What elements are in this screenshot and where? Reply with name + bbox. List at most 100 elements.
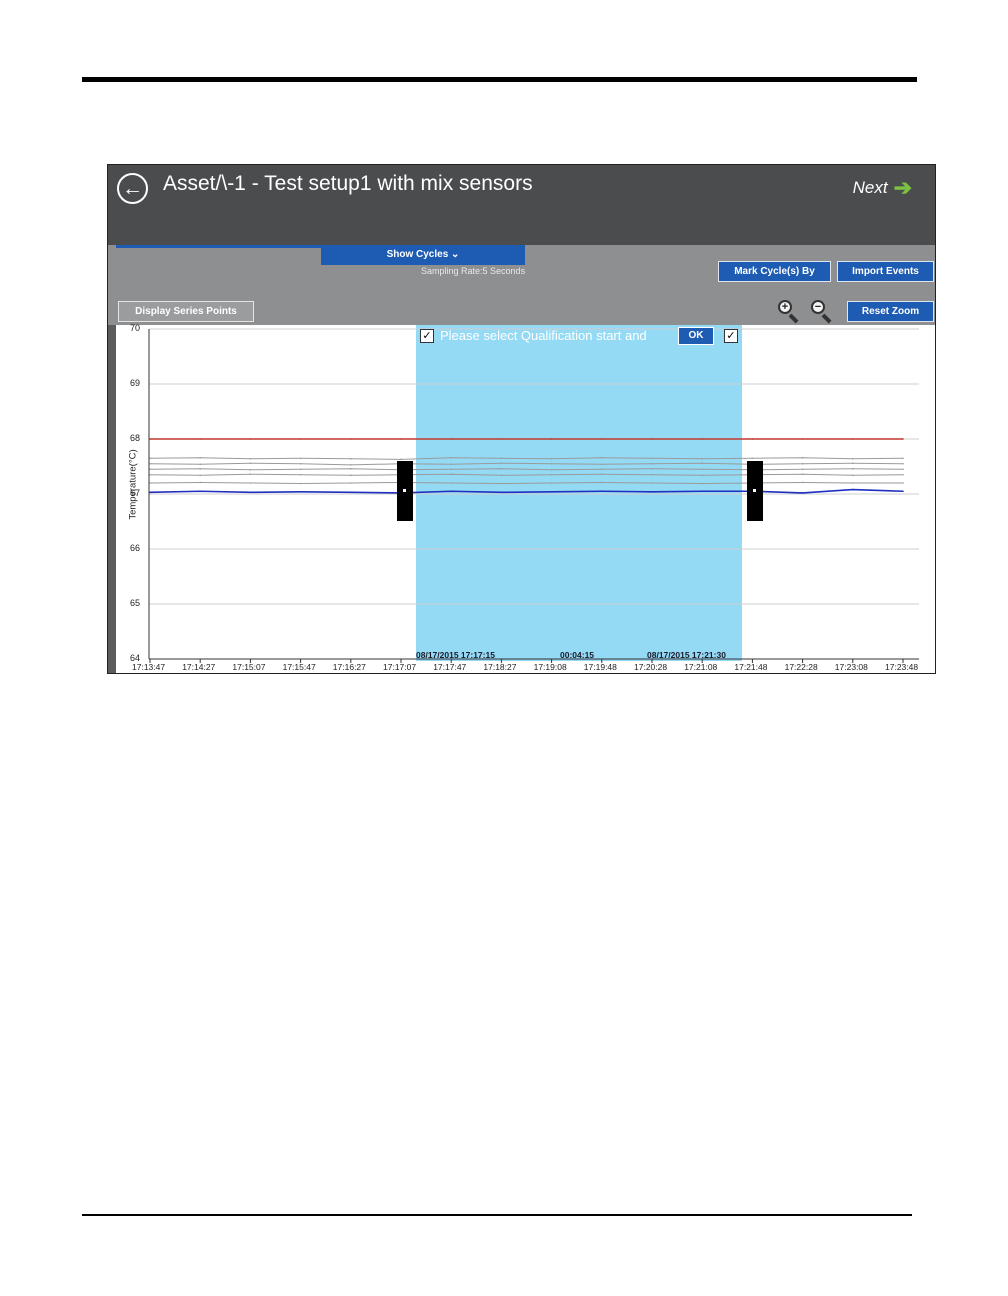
data-point xyxy=(350,482,352,484)
next-label: Next xyxy=(852,178,888,197)
data-point xyxy=(299,482,302,485)
data-point xyxy=(249,438,252,440)
data-point xyxy=(199,474,201,477)
data-point xyxy=(350,464,352,466)
data-point xyxy=(500,491,503,494)
data-point xyxy=(852,467,854,470)
display-series-points-button[interactable]: Display Series Points xyxy=(118,301,254,322)
x-tick-label: 17:15:47 xyxy=(282,662,316,672)
x-tick-label: 17:14:27 xyxy=(182,662,216,672)
data-point xyxy=(500,438,503,440)
data-point xyxy=(751,457,754,460)
data-point xyxy=(199,456,201,459)
selection-start-label: 08/17/2015 17:17:15 xyxy=(416,650,495,660)
data-point xyxy=(199,490,201,493)
x-tick-label: 17:16:27 xyxy=(332,662,366,672)
data-point xyxy=(249,458,252,460)
data-point xyxy=(701,458,703,460)
data-point xyxy=(299,468,302,471)
next-button[interactable]: Next ➔ xyxy=(853,175,912,201)
data-point xyxy=(701,474,703,477)
start-checkbox[interactable]: ✓ xyxy=(420,329,434,343)
y-axis-label: Temperature(°C) xyxy=(127,449,139,520)
x-tick-label: 17:22:28 xyxy=(784,662,818,672)
data-point xyxy=(701,468,703,471)
data-point xyxy=(450,482,453,484)
data-point xyxy=(550,491,553,493)
data-point xyxy=(801,481,804,484)
page-title: Asset/\-1 - Test setup1 with mix sensors xyxy=(163,172,533,195)
back-arrow-icon[interactable]: ← xyxy=(117,173,148,204)
zoom-in-icon[interactable]: + xyxy=(778,300,802,324)
y-tick-label: 68 xyxy=(130,433,141,443)
data-point xyxy=(701,462,703,464)
import-events-button[interactable]: Import Events xyxy=(837,261,934,282)
x-tick-label: 17:15:07 xyxy=(232,662,266,672)
data-point xyxy=(450,473,453,475)
x-tick-label: 17:23:48 xyxy=(885,662,919,672)
zoom-out-icon[interactable]: − xyxy=(811,300,835,324)
data-point xyxy=(299,462,302,465)
data-point xyxy=(299,457,302,460)
data-point xyxy=(500,457,503,460)
data-point xyxy=(400,458,402,461)
page-top-rule xyxy=(82,77,917,82)
temperature-chart[interactable]: Temperature(°C) 70 69 68 67 66 65 64 17:13:47 1… xyxy=(108,323,935,673)
data-point xyxy=(601,481,603,484)
data-point xyxy=(500,467,503,470)
qualification-selection-region[interactable] xyxy=(416,325,742,661)
data-point xyxy=(701,438,703,440)
data-point xyxy=(550,458,553,460)
data-point xyxy=(550,438,553,440)
qualification-prompt-bar: ✓ Please select Qualification start and … xyxy=(416,325,742,347)
data-point xyxy=(199,481,201,484)
data-point xyxy=(149,462,151,465)
data-point xyxy=(149,482,151,484)
selection-end-handle[interactable] xyxy=(747,461,763,521)
data-point xyxy=(601,468,603,471)
data-point xyxy=(299,491,302,493)
data-point xyxy=(701,490,703,493)
data-point xyxy=(852,438,854,440)
data-point xyxy=(651,491,653,493)
data-point xyxy=(852,474,854,477)
page-bottom-rule xyxy=(82,1214,912,1216)
data-point xyxy=(350,467,352,470)
tab-indicator xyxy=(116,245,321,248)
chart-plot xyxy=(148,325,919,663)
mark-cycles-button[interactable]: Mark Cycle(s) By xyxy=(718,261,831,282)
data-point xyxy=(350,474,352,477)
data-point xyxy=(801,492,804,494)
data-point xyxy=(852,488,854,491)
data-point xyxy=(149,473,151,476)
data-point xyxy=(249,491,252,494)
ok-button[interactable]: OK xyxy=(678,327,714,345)
data-point xyxy=(801,456,804,459)
y-tick-label: 70 xyxy=(130,323,141,333)
qualification-prompt: Please select Qualification start and xyxy=(440,328,647,343)
x-tick-label: 17:20:28 xyxy=(634,662,668,672)
data-point xyxy=(199,438,201,440)
end-checkbox[interactable]: ✓ xyxy=(724,329,738,343)
y-tick-label: 66 xyxy=(130,543,141,553)
data-point xyxy=(902,457,904,460)
data-point xyxy=(651,457,653,460)
data-point xyxy=(450,456,453,459)
data-point xyxy=(801,473,804,475)
reset-zoom-button[interactable]: Reset Zoom xyxy=(847,301,934,322)
selection-duration-label: 00:04:15 xyxy=(560,650,595,660)
data-point xyxy=(601,456,603,459)
data-point xyxy=(550,469,553,471)
show-cycles-dropdown[interactable]: Show Cycles ⌄ xyxy=(321,245,525,265)
selection-start-handle[interactable] xyxy=(397,461,413,521)
data-point xyxy=(149,491,151,494)
data-point xyxy=(902,462,904,465)
x-tick-label: 17:19:08 xyxy=(533,662,567,672)
data-point xyxy=(249,482,252,484)
x-tick-label: 17:13:47 xyxy=(132,662,166,672)
data-point xyxy=(601,438,603,440)
data-point xyxy=(651,438,653,440)
sampling-rate-text: Sampling Rate:5 Seconds xyxy=(421,266,526,276)
data-point xyxy=(350,438,352,440)
data-point xyxy=(450,468,453,471)
